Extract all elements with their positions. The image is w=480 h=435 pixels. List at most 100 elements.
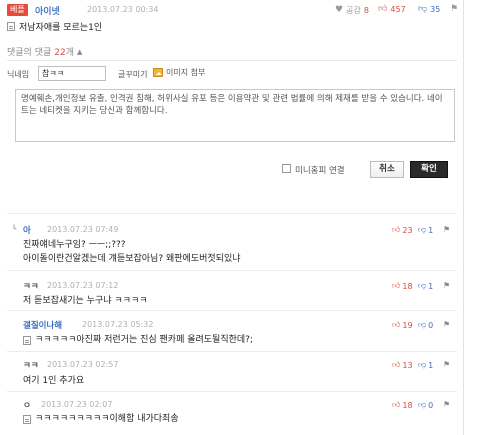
thumbs-up-icon: 👍︎: [378, 4, 388, 14]
divider: [7, 213, 457, 214]
parent-comment-header: 베플 아이넷 2013.07.23 00:34 ♥ 공감 8 👍︎ 457 👎︎…: [7, 2, 458, 20]
reply-time: 2013.07.23 07:49: [47, 225, 119, 234]
report-icon: ⚑: [450, 4, 459, 14]
down-count: 1: [428, 360, 434, 370]
reply-item: 갤질이나해 2013.07.23 05:32 👍︎ 19 👎︎ 0 ⚑ ㅋㅋㅋㅋㅋ아…: [7, 317, 457, 346]
reply-textarea[interactable]: 명예훼손,개인정보 유출, 인격권 침해, 허위사실 유포 등은 이용약관 및 …: [15, 89, 455, 142]
image-attach-button[interactable]: 이미지 첨부: [153, 67, 205, 78]
thumbs-up-button[interactable]: 👍︎ 19: [392, 320, 413, 330]
thumbs-up-icon: 👍︎: [392, 400, 401, 409]
thumbs-down-icon: 👎︎: [418, 4, 428, 14]
down-count: 0: [428, 400, 434, 410]
down-count: 0: [428, 320, 434, 330]
up-count: 13: [402, 360, 413, 370]
parent-text: 저남자애를 모르는1인: [19, 23, 103, 33]
thumbs-down-button[interactable]: 👎︎ 1: [418, 225, 433, 235]
report-icon[interactable]: ⚑: [443, 320, 450, 329]
right-border: [463, 0, 464, 435]
image-attach-label: 이미지 첨부: [166, 68, 206, 77]
heart-icon: ♥: [335, 5, 344, 15]
comment-thread: 베플 아이넷 2013.07.23 00:34 ♥ 공감 8 👍︎ 457 👎︎…: [0, 0, 464, 435]
up-count: 19: [402, 320, 413, 330]
nick-input[interactable]: [38, 66, 106, 81]
reply-nick[interactable]: 갤질이나해: [23, 319, 62, 331]
divider: [7, 351, 457, 352]
down-count: 1: [428, 225, 434, 235]
agree-label: 공감: [346, 6, 361, 15]
thumbs-up-button[interactable]: 👍︎ 13: [392, 360, 413, 370]
report-icon[interactable]: ⚑: [443, 281, 450, 290]
report-button[interactable]: ⚑: [450, 5, 458, 14]
up-count: 457: [390, 5, 406, 14]
reply-count-suffix: 개: [65, 48, 74, 58]
up-count: 18: [402, 400, 413, 410]
reply-text: ㅋㅋㅋㅋㅋ아진짜 저런거는 진심 팬카페 올려도될직한데?;: [35, 335, 253, 345]
reply-text: 아이돌이란건알겠는데 걔듣보잡아님? 왜판에도버젓되있냐: [23, 254, 241, 264]
reply-time: 2013.07.23 02:57: [47, 360, 119, 369]
thumbs-down-icon: 👎︎: [418, 281, 427, 290]
thumbs-down-icon: 👎︎: [418, 320, 427, 329]
reply-nick[interactable]: ㅇ: [23, 399, 31, 411]
thumbs-down-button[interactable]: 👎︎ 1: [418, 281, 433, 291]
thumbs-up-icon: 👍︎: [392, 281, 401, 290]
parent-nick[interactable]: 아이넷: [35, 4, 60, 17]
report-icon[interactable]: ⚑: [443, 225, 450, 234]
reply-count-number: 22: [54, 48, 66, 58]
parent-body: 저남자애를 모르는1인: [7, 20, 102, 33]
thumbs-down-icon: 👎︎: [418, 400, 427, 409]
thumbs-up-button[interactable]: 👍︎ 23: [392, 225, 413, 235]
divider: [7, 60, 457, 61]
reply-nick[interactable]: 아: [23, 224, 31, 236]
image-icon: [153, 68, 163, 77]
minihompy-label: 미니홈피 연결: [295, 166, 345, 176]
down-count: 1: [428, 281, 434, 291]
thumbs-up-button[interactable]: 👍︎ 457: [378, 4, 406, 15]
divider: [7, 310, 457, 311]
confirm-button[interactable]: 확인: [410, 161, 448, 178]
down-count: 35: [430, 5, 441, 14]
reply-item: ┗ 아 2013.07.23 07:49 👍︎ 23 👎︎ 1 ⚑ 진짜얘네누구임?…: [7, 222, 457, 265]
reply-body: ㅋㅋㅋㅋㅋㅋㅋㅋㅋ이해함 내가다죄송: [23, 413, 473, 425]
thumbs-down-button[interactable]: 👎︎ 0: [418, 400, 433, 410]
cancel-button[interactable]: 취소: [370, 161, 404, 178]
document-icon: [23, 414, 31, 424]
best-badge: 베플: [7, 4, 28, 16]
thumbs-up-icon: 👍︎: [392, 225, 401, 234]
reply-time: 2013.07.23 05:32: [82, 320, 154, 329]
reply-text: 저 듣보잡새기는 누구냐 ㅋㅋㅋㅋ: [23, 296, 148, 306]
reply-time: 2013.07.23 02:07: [41, 400, 113, 409]
agree-count: 8: [363, 6, 369, 15]
parent-time: 2013.07.23 00:34: [87, 5, 159, 14]
reply-item: ㅋㅋ 2013.07.23 07:12 👍︎ 18 👎︎ 1 ⚑ 저 듣보잡새기는 …: [7, 278, 457, 307]
thumbs-down-icon: 👎︎: [418, 225, 427, 234]
collapse-icon: ▲: [77, 47, 83, 56]
reply-form-toolbar: 닉네임 글꾸미기 이미지 첨부: [7, 66, 247, 82]
reply-body: ㅋㅋㅋㅋㅋ아진짜 저런거는 진심 팬카페 올려도될직한데?;: [23, 334, 473, 346]
up-count: 23: [402, 225, 413, 235]
agree-button[interactable]: ♥ 공감 8: [335, 5, 369, 16]
reply-nick[interactable]: ㅋㅋ: [23, 359, 39, 371]
reply-count-label: 댓글의 댓글: [7, 48, 52, 58]
reply-count-toggle[interactable]: 댓글의 댓글 22개 ▲: [7, 45, 83, 59]
reply-text: 진짜얘네누구임? ㅡㅡ;;???: [23, 240, 126, 250]
thumbs-up-button[interactable]: 👍︎ 18: [392, 400, 413, 410]
reply-item: ㅇ 2013.07.23 02:07 👍︎ 18 👎︎ 0 ⚑ ㅋㅋㅋㅋㅋㅋㅋㅋㅋ이…: [7, 397, 457, 425]
report-icon[interactable]: ⚑: [443, 400, 450, 409]
thumbs-up-icon: 👍︎: [392, 360, 401, 369]
divider: [7, 270, 457, 271]
divider: [7, 391, 457, 392]
reply-nick[interactable]: ㅋㅋ: [23, 280, 39, 292]
thumbs-up-icon: 👍︎: [392, 320, 401, 329]
thumbs-up-button[interactable]: 👍︎ 18: [392, 281, 413, 291]
thumbs-down-button[interactable]: 👎︎ 1: [418, 360, 433, 370]
up-count: 18: [402, 281, 413, 291]
report-icon[interactable]: ⚑: [443, 360, 450, 369]
thumbs-down-button[interactable]: 👎︎ 0: [418, 320, 433, 330]
document-icon: [7, 22, 15, 31]
reply-item: ㅋㅋ 2013.07.23 02:57 👍︎ 13 👎︎ 1 ⚑ 여기 1인 추가요: [7, 357, 457, 387]
nick-label: 닉네임: [7, 69, 30, 79]
text-style-button[interactable]: 글꾸미기: [118, 69, 147, 80]
reply-text: ㅋㅋㅋㅋㅋㅋㅋㅋㅋ이해함 내가다죄송: [35, 414, 179, 424]
thumbs-down-button[interactable]: 👎︎ 35: [418, 4, 441, 15]
minihompy-checkbox[interactable]: [282, 164, 291, 173]
